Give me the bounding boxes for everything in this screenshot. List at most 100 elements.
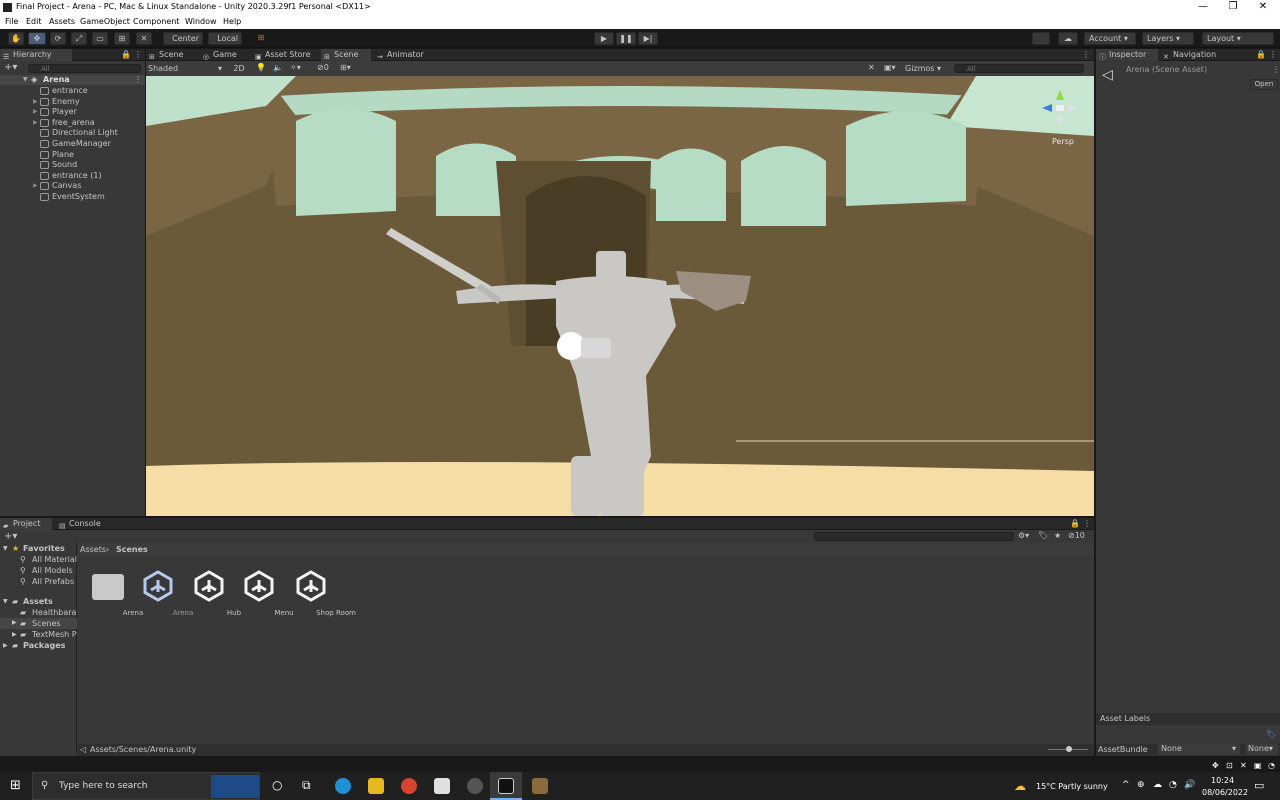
tray-icon-b[interactable]: ⊡ bbox=[1226, 761, 1233, 770]
app-icon[interactable] bbox=[467, 778, 483, 794]
tray-icon-a[interactable]: ✥ bbox=[1212, 761, 1219, 770]
expand-arrow-icon[interactable]: ▶ bbox=[33, 107, 38, 117]
audio-icon[interactable]: 🔈 bbox=[273, 63, 283, 72]
rotate-tool-icon[interactable]: ⟳ bbox=[50, 32, 66, 45]
tag-icon[interactable]: 🏷 bbox=[1266, 730, 1276, 739]
favorites-label[interactable]: Favorites bbox=[23, 544, 65, 553]
effects-icon[interactable]: ✧▾ bbox=[290, 63, 301, 72]
chrome-icon[interactable] bbox=[401, 778, 417, 794]
gizmos-dropdown[interactable]: Gizmos ▾ bbox=[905, 63, 949, 74]
onedrive-icon[interactable]: ☁ bbox=[1153, 780, 1162, 790]
menu-component[interactable]: Component bbox=[133, 17, 179, 26]
favorite-item[interactable]: All Prefabs bbox=[32, 577, 74, 586]
tray-icon-c[interactable]: ✕ bbox=[1240, 761, 1247, 770]
tab-asset-store[interactable]: ▣ Asset Store bbox=[252, 49, 322, 61]
clock-date[interactable]: 08/06/2022 bbox=[1202, 788, 1248, 797]
asset-menu-icon[interactable]: ⋮ bbox=[1272, 65, 1280, 74]
asset-bundle-dropdown[interactable]: None ▾ bbox=[1158, 744, 1240, 755]
hierarchy-item[interactable]: entrance bbox=[40, 86, 88, 96]
assets-label[interactable]: Assets bbox=[23, 597, 53, 606]
tab-scene[interactable]: ⊞ Scene bbox=[146, 49, 198, 61]
persp-label[interactable]: Persp bbox=[1052, 137, 1074, 146]
hierarchy-item[interactable]: Directional Light bbox=[40, 128, 118, 138]
menu-gameobject[interactable]: GameObject bbox=[80, 17, 130, 26]
wifi-icon[interactable]: ◔ bbox=[1169, 780, 1177, 790]
hidden-packages-icon[interactable]: ⊘10 bbox=[1068, 531, 1085, 540]
menu-edit[interactable]: Edit bbox=[26, 17, 42, 26]
breadcrumb-assets[interactable]: Assets bbox=[80, 545, 106, 554]
project-add-button[interactable]: +▾ bbox=[4, 531, 17, 542]
pivot-local-button[interactable]: Local bbox=[208, 32, 242, 45]
weather-text[interactable]: 15°C Partly sunny bbox=[1036, 782, 1108, 791]
pause-button[interactable]: ❚❚ bbox=[616, 32, 636, 45]
menu-help[interactable]: Help bbox=[223, 17, 241, 26]
breadcrumb-scenes[interactable]: Scenes bbox=[116, 545, 148, 554]
filter-type-icon[interactable]: ⚙▾ bbox=[1018, 531, 1029, 540]
clock-time[interactable]: 10:24 bbox=[1211, 776, 1234, 785]
hierarchy-item[interactable]: ▶ Player bbox=[33, 107, 77, 117]
volume-icon[interactable]: 🔊 bbox=[1184, 780, 1195, 790]
rect-tool-icon[interactable]: ▭ bbox=[92, 32, 108, 45]
scene-row[interactable]: ▼ ◈ Arena ⋮ bbox=[0, 75, 145, 85]
close-button[interactable]: ✕ bbox=[1248, 0, 1278, 14]
hierarchy-item[interactable]: EventSystem bbox=[40, 192, 105, 202]
project-lock-icon[interactable]: 🔒 bbox=[1070, 519, 1080, 528]
lighting-icon[interactable]: 💡 bbox=[256, 63, 266, 72]
camera-icon[interactable]: ▣▾ bbox=[884, 63, 896, 72]
tray-icon-d[interactable]: ▣ bbox=[1254, 761, 1262, 770]
menu-file[interactable]: File bbox=[5, 17, 18, 26]
expand-arrow-icon[interactable]: ▼ bbox=[23, 76, 28, 83]
weather-icon[interactable]: ☁ bbox=[1014, 779, 1026, 793]
asset-variant-dropdown[interactable]: None▾ bbox=[1246, 744, 1278, 755]
network-icon[interactable]: ⊕ bbox=[1137, 780, 1145, 790]
favorite-star-icon[interactable]: ★ bbox=[1054, 531, 1061, 540]
account-dropdown[interactable]: Account ▾ bbox=[1084, 32, 1136, 45]
mode-2d-toggle[interactable]: 2D bbox=[231, 63, 247, 74]
cortana-icon[interactable]: ○ bbox=[272, 778, 282, 792]
notifications-icon[interactable]: ▭ bbox=[1254, 779, 1264, 792]
menu-window[interactable]: Window bbox=[185, 17, 217, 26]
expand-arrow-icon[interactable]: ▶ bbox=[33, 97, 38, 107]
hidden-objects-icon[interactable]: ⊘0 bbox=[317, 63, 329, 72]
file-explorer-icon[interactable] bbox=[368, 778, 384, 794]
kebab-menu-icon[interactable]: ⋮ bbox=[134, 50, 142, 59]
restore-button[interactable]: ❐ bbox=[1218, 0, 1248, 14]
hierarchy-item[interactable]: ▶ Enemy bbox=[33, 97, 80, 107]
tab-inspector[interactable]: ⓘ Inspector bbox=[1096, 49, 1158, 61]
taskbar-search[interactable]: ⚲ Type here to search bbox=[32, 772, 260, 800]
inspector-lock-icon[interactable]: 🔒 bbox=[1256, 50, 1266, 59]
tools-icon[interactable]: ✕ bbox=[868, 63, 875, 72]
windows-start-icon[interactable]: ⊞ bbox=[10, 778, 21, 793]
tab-game[interactable]: ◎ Game bbox=[200, 49, 250, 61]
assets-arrow-icon[interactable]: ▼ bbox=[3, 598, 8, 605]
folder-arrow-icon[interactable]: ▶ bbox=[12, 631, 17, 638]
tray-icon-e[interactable]: ◔ bbox=[1268, 761, 1275, 770]
play-button[interactable]: ▶ bbox=[594, 32, 614, 45]
tab-hierarchy[interactable]: ☰ Hierarchy bbox=[0, 49, 72, 61]
tray-chevron-icon[interactable]: ^ bbox=[1122, 780, 1130, 790]
pivot-center-button[interactable]: Center bbox=[163, 32, 203, 45]
folder-arrow-icon[interactable]: ▶ bbox=[12, 619, 17, 626]
favorite-item[interactable]: All Materials bbox=[32, 555, 77, 564]
cloud-icon[interactable]: ☁ bbox=[1058, 32, 1078, 45]
task-view-icon[interactable]: ⧉ bbox=[302, 778, 311, 793]
tab-console[interactable]: ▤ Console bbox=[56, 518, 106, 530]
minimize-button[interactable]: — bbox=[1188, 0, 1218, 14]
grid-toggle-icon[interactable]: ⊞▾ bbox=[340, 63, 351, 72]
scene-view[interactable]: Persp bbox=[146, 76, 1094, 516]
open-button[interactable]: Open bbox=[1250, 79, 1278, 90]
hierarchy-item[interactable]: Plane bbox=[40, 150, 74, 160]
hierarchy-item[interactable]: Sound bbox=[40, 160, 77, 170]
shading-mode-dropdown[interactable]: Shaded ▾ bbox=[148, 63, 226, 74]
transform-tool-icon[interactable]: ⊞ bbox=[114, 32, 130, 45]
hierarchy-search[interactable]: All bbox=[28, 64, 141, 73]
asset-folder[interactable]: Healthbaras bbox=[32, 608, 77, 617]
hand-tool-icon[interactable]: ✋ bbox=[8, 32, 24, 45]
hierarchy-item[interactable]: GameManager bbox=[40, 139, 111, 149]
project-search[interactable] bbox=[814, 532, 1014, 541]
scene-search[interactable]: All bbox=[954, 64, 1084, 73]
menu-assets[interactable]: Assets bbox=[49, 17, 75, 26]
favorite-item[interactable]: All Models bbox=[32, 566, 73, 575]
inspector-menu-icon[interactable]: ⋮ bbox=[1269, 50, 1277, 59]
collab-icon[interactable] bbox=[1032, 32, 1050, 45]
